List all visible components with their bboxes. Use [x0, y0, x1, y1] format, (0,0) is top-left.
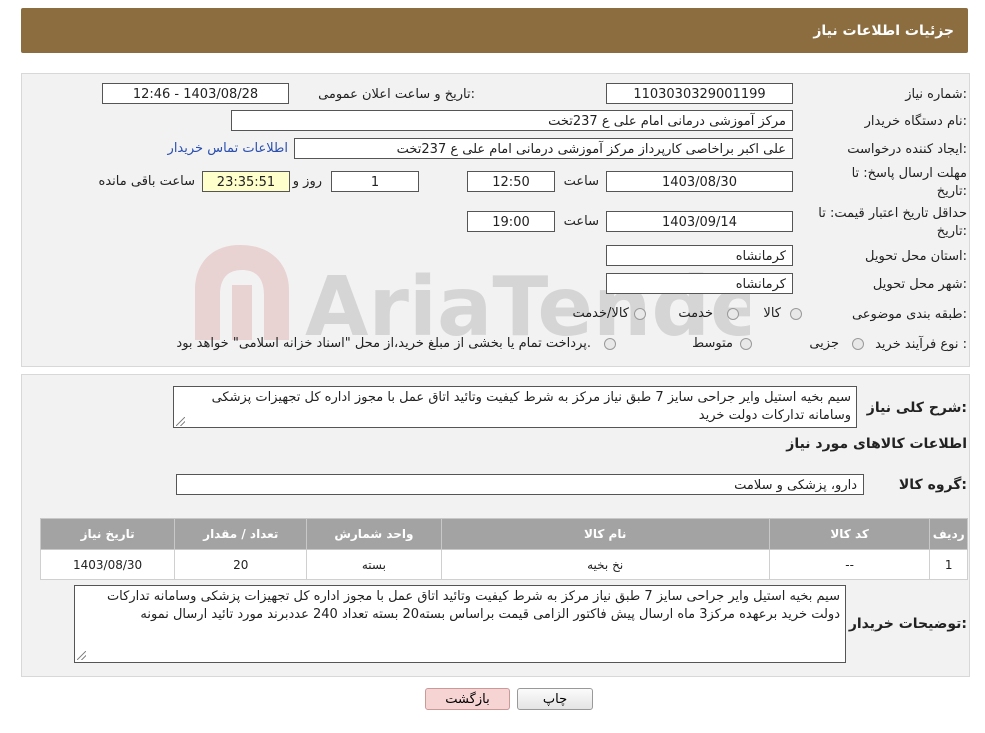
announce-label: تاریخ و ساعت اعلان عمومی:: [318, 87, 475, 102]
goods-group-label: گروه کالا:: [898, 477, 967, 493]
remaining-time-field: 23:35:51: [202, 171, 290, 192]
province-field: کرمانشاه: [606, 245, 793, 266]
deadline-time-label: ساعت: [563, 174, 599, 189]
cell-code: --: [768, 549, 931, 580]
buyer-notes-resize-handle[interactable]: [77, 651, 86, 660]
buyer-notes-textarea: سیم بخیه استیل وایر جراحی سایز 7 طبق نیا…: [74, 585, 846, 663]
purchase-medium-radio[interactable]: [740, 338, 752, 350]
category-service-radio[interactable]: [727, 308, 739, 320]
goods-group-field: دارو، پزشکی و سلامت: [176, 474, 864, 495]
cell-name: نخ بخیه: [440, 549, 770, 580]
city-label: شهر محل تحویل:: [872, 277, 967, 292]
need-number-label: شماره نیاز:: [905, 87, 967, 102]
treasury-payment-note: پرداخت تمام یا بخشی از مبلغ خرید،از محل …: [176, 336, 591, 351]
need-number-field: 1103030329001199: [606, 83, 793, 104]
summary-textarea: سیم بخیه استیل وایر جراحی سایز 7 طبق نیا…: [173, 386, 857, 428]
validity-label-date: تاریخ:: [936, 224, 967, 239]
category-goods-label: کالا: [763, 306, 781, 321]
category-goods-service-radio[interactable]: [634, 308, 646, 320]
deadline-date-field: 1403/08/30: [606, 171, 793, 192]
goods-info-title: اطلاعات کالاهای مورد نیاز: [786, 436, 967, 452]
col-qty: تعداد / مقدار: [174, 518, 308, 550]
purchase-type-label: نوع فرآیند خرید :: [875, 337, 967, 352]
treasury-payment-checkbox[interactable]: [604, 338, 616, 350]
category-label: طبقه بندی موضوعی:: [851, 307, 967, 322]
print-button[interactable]: چاپ: [517, 688, 593, 710]
deadline-label-date: تاریخ:: [936, 184, 967, 199]
col-code: کد کالا: [768, 518, 931, 550]
col-name: نام کالا: [440, 518, 770, 550]
summary-label: شرح کلی نیاز:: [866, 400, 967, 416]
days-field: 1: [331, 171, 419, 192]
table-row: 1 -- نخ بخیه بسته 20 1403/08/30: [39, 549, 968, 580]
city-field: کرمانشاه: [606, 273, 793, 294]
col-row: ردیف: [929, 518, 968, 550]
cell-unit: بسته: [306, 549, 442, 580]
page-header: جزئیات اطلاعات نیاز: [21, 8, 968, 53]
cell-row: 1: [929, 549, 968, 580]
validity-time-label: ساعت: [563, 214, 599, 229]
category-goods-service-label: کالا/خدمت: [572, 306, 629, 321]
col-date: تاریخ نیاز: [39, 518, 176, 550]
category-service-label: خدمت: [678, 306, 713, 321]
category-goods-radio[interactable]: [790, 308, 802, 320]
buyer-org-label: نام دستگاه خریدار:: [864, 114, 967, 129]
page-title: جزئیات اطلاعات نیاز: [813, 23, 954, 39]
remaining-label: ساعت باقی مانده: [98, 174, 195, 189]
deadline-time-field: 12:50: [467, 171, 555, 192]
validity-date-field: 1403/09/14: [606, 211, 793, 232]
purchase-medium-label: متوسط: [692, 336, 733, 351]
validity-label: حداقل تاریخ اعتبار قیمت: تا: [818, 206, 967, 221]
back-button[interactable]: بازگشت: [425, 688, 510, 710]
buyer-contact-link[interactable]: اطلاعات تماس خریدار: [168, 141, 288, 156]
cell-date: 1403/08/30: [39, 549, 176, 580]
cell-qty: 20: [174, 549, 308, 580]
goods-table: ردیف کد کالا نام کالا واحد شمارش تعداد /…: [39, 518, 968, 580]
purchase-minor-label: جزیی: [809, 336, 839, 351]
goods-table-header: ردیف کد کالا نام کالا واحد شمارش تعداد /…: [39, 518, 968, 550]
purchase-minor-radio[interactable]: [852, 338, 864, 350]
buyer-org-field: مرکز آموزشی درمانی امام علی ع 237تخت: [231, 110, 793, 131]
summary-resize-handle[interactable]: [176, 417, 185, 426]
buyer-notes-label: توضیحات خریدار:: [848, 616, 967, 632]
days-label: روز و: [292, 174, 322, 189]
col-unit: واحد شمارش: [306, 518, 442, 550]
validity-time-field: 19:00: [467, 211, 555, 232]
requester-field: علی اکبر براخاصی کارپرداز مرکز آموزشی در…: [294, 138, 793, 159]
announce-datetime-field: 1403/08/28 - 12:46: [102, 83, 289, 104]
deadline-label: مهلت ارسال پاسخ: تا: [851, 166, 967, 181]
requester-label: ایجاد کننده درخواست:: [847, 142, 967, 157]
province-label: استان محل تحویل:: [865, 249, 967, 264]
